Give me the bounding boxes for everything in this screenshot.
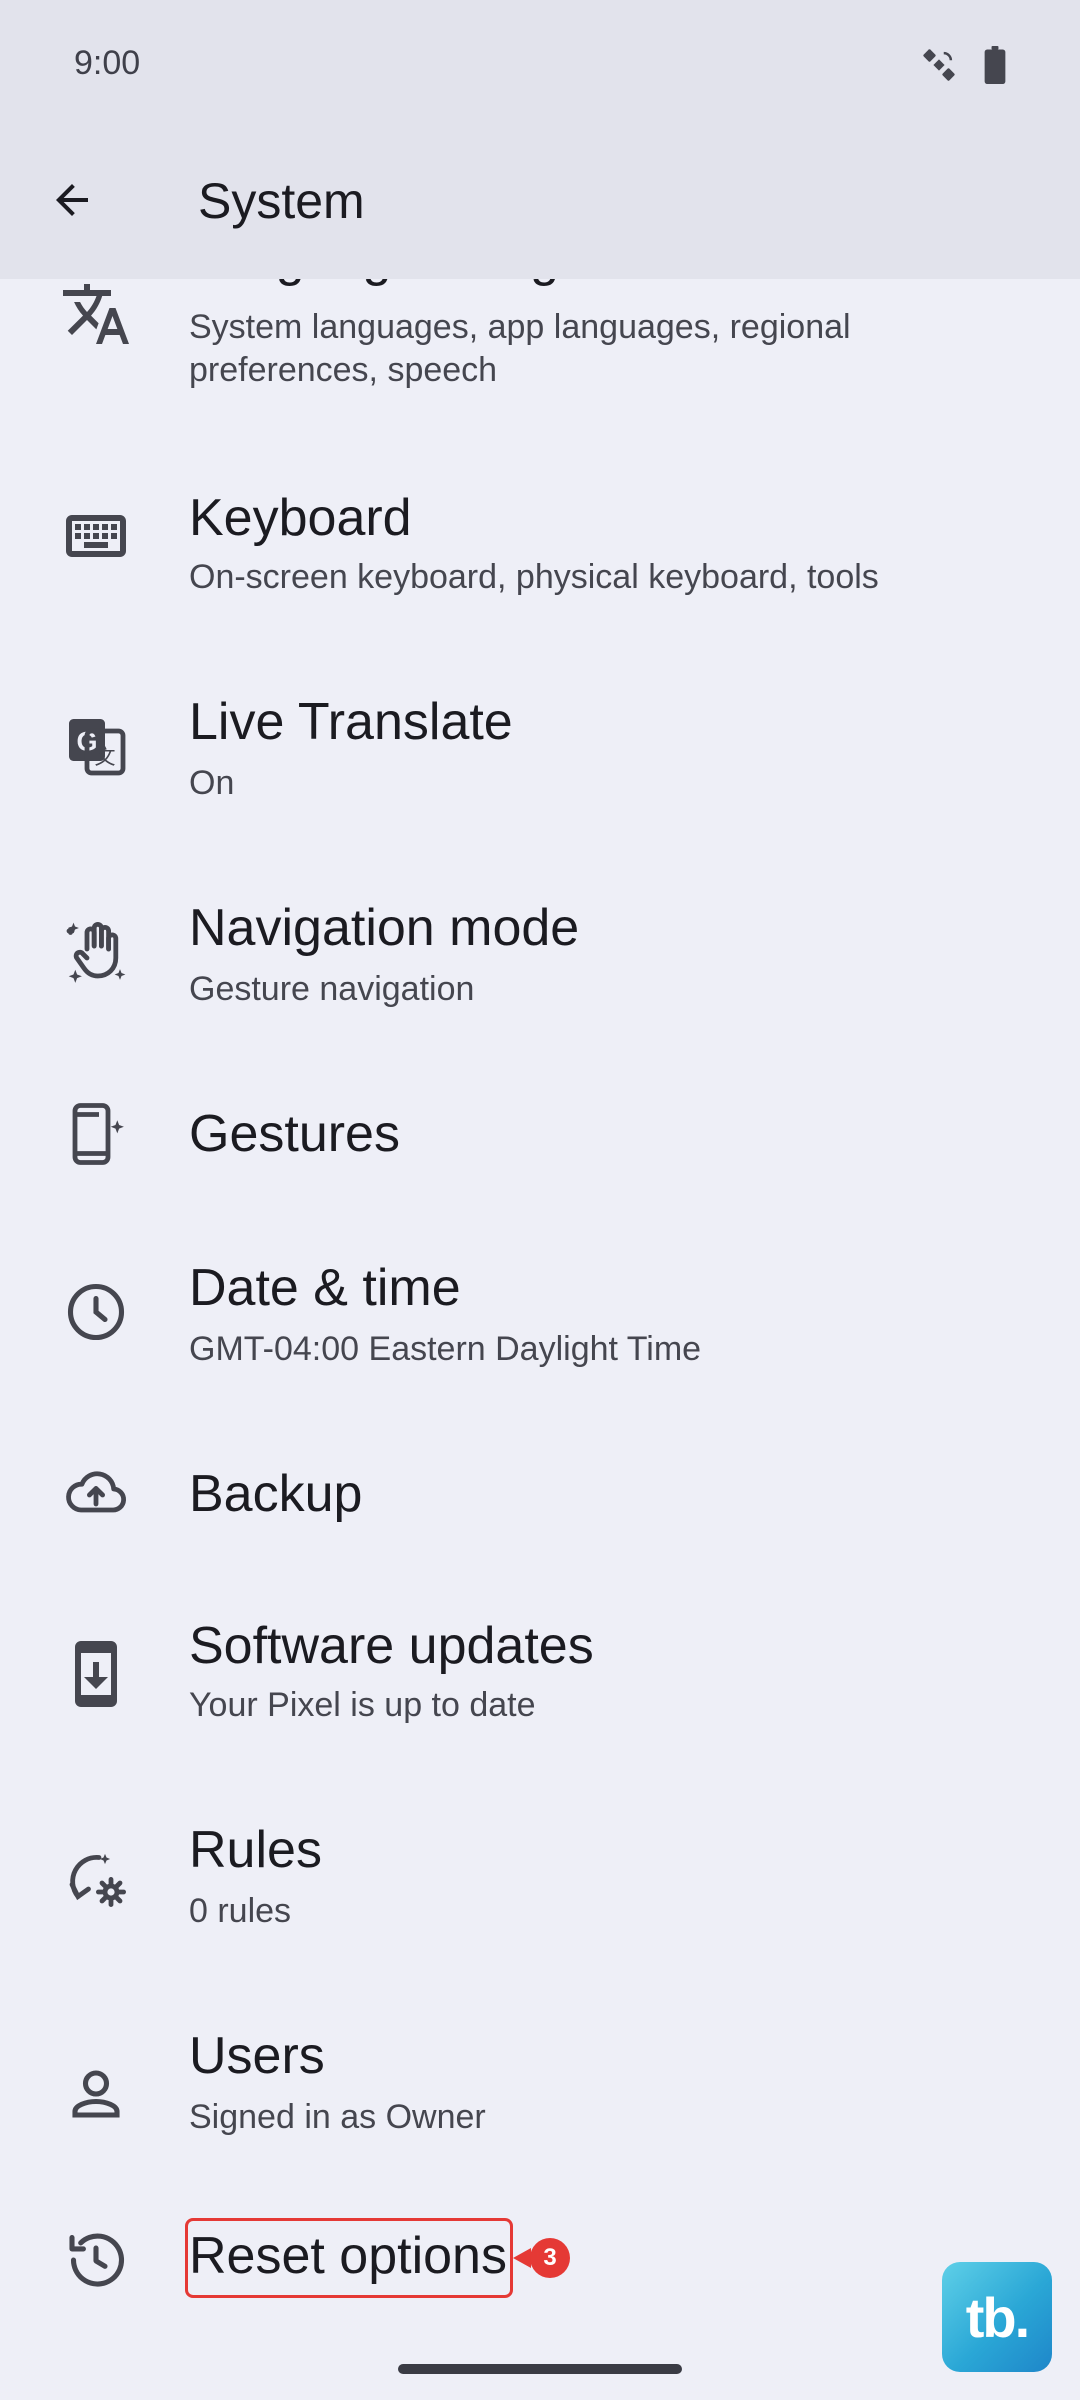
item-subtitle: System languages, app languages, regiona… <box>189 308 851 389</box>
settings-item-backup[interactable]: Backup <box>0 1440 1080 1550</box>
back-button[interactable] <box>34 164 110 240</box>
home-indicator[interactable] <box>398 2364 682 2374</box>
battery-icon <box>984 46 1006 84</box>
step-badge: 3 <box>530 2238 570 2278</box>
rules-gear-icon <box>60 1844 132 1916</box>
item-title: Gestures <box>189 1105 400 1163</box>
settings-item-software-updates[interactable]: Software updates Your Pixel is up to dat… <box>0 1608 1080 1768</box>
settings-item-rules[interactable]: Rules 0 rules <box>0 1812 1080 1972</box>
item-title: Users <box>189 2027 325 2085</box>
highlight-box <box>185 2218 513 2298</box>
satellite-icon <box>920 46 958 84</box>
item-subtitle: On-screen keyboard, physical keyboard, t… <box>189 558 879 596</box>
item-subtitle: On <box>189 764 235 802</box>
item-subtitle: Gesture navigation <box>189 970 475 1008</box>
arrow-back-icon <box>48 176 96 229</box>
svg-text:文: 文 <box>95 746 116 769</box>
item-subtitle: Signed in as Owner <box>189 2098 486 2136</box>
item-title: Live Translate <box>189 693 513 751</box>
page-title: System <box>198 173 365 229</box>
item-title: Rules <box>189 1821 322 1879</box>
settings-item-live-translate[interactable]: G 文 Live Translate On <box>0 666 1080 826</box>
keyboard-icon <box>60 500 132 572</box>
status-icons <box>920 46 1006 84</box>
clock-icon <box>60 1276 132 1348</box>
cloud-upload-icon <box>60 1456 132 1528</box>
item-title: Backup <box>189 1465 363 1523</box>
phone-sparkle-icon <box>60 1098 132 1170</box>
app-bar: 9:00 System <box>0 0 1080 279</box>
system-update-icon <box>60 1638 132 1710</box>
settings-item-gestures[interactable]: Gestures <box>0 1078 1080 1188</box>
g-translate-icon: G 文 <box>60 710 132 782</box>
item-subtitle: Your Pixel is up to date <box>189 1686 536 1724</box>
item-title: Navigation mode <box>189 899 580 957</box>
item-title: Keyboard <box>189 489 412 547</box>
settings-list: Language & region System languages, app … <box>0 0 1080 2400</box>
person-icon <box>60 2058 132 2130</box>
item-title: Software updates <box>189 1617 594 1675</box>
settings-item-users[interactable]: Users Signed in as Owner <box>0 2018 1080 2178</box>
status-time: 9:00 <box>74 44 141 82</box>
gesture-hand-icon <box>60 916 132 988</box>
badge-pointer <box>513 2248 531 2268</box>
translate-icon <box>60 278 132 350</box>
watermark-logo: tb. <box>942 2262 1052 2372</box>
settings-item-keyboard[interactable]: Keyboard On-screen keyboard, physical ke… <box>0 460 1080 620</box>
settings-item-navigation-mode[interactable]: Navigation mode Gesture navigation <box>0 872 1080 1032</box>
item-subtitle: 0 rules <box>189 1892 292 1930</box>
settings-item-date-time[interactable]: Date & time GMT-04:00 Eastern Daylight T… <box>0 1236 1080 1396</box>
history-icon <box>60 2224 132 2296</box>
item-subtitle: GMT-04:00 Eastern Daylight Time <box>189 1330 702 1368</box>
item-title: Date & time <box>189 1259 461 1317</box>
